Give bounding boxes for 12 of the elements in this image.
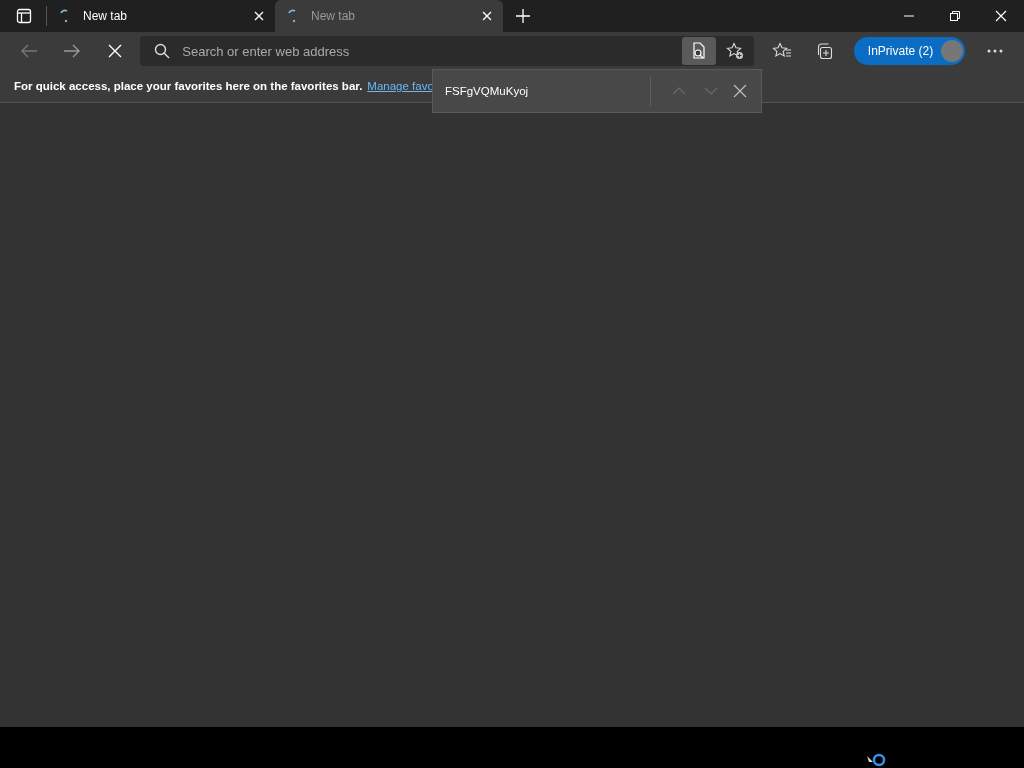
new-tab-icon[interactable] (515, 8, 531, 24)
browser-tab[interactable]: New tab (275, 0, 503, 32)
inprivate-button[interactable]: InPrivate (2) (853, 37, 966, 65)
find-on-page-icon[interactable] (682, 37, 717, 65)
close-find-icon[interactable] (733, 84, 747, 98)
find-field[interactable]: FSFgVQMuKyoj (443, 84, 636, 98)
tab-title: New tab (83, 9, 129, 23)
tab-actions-icon[interactable] (16, 8, 32, 24)
tab-title: New tab (311, 9, 357, 23)
browser-tab[interactable]: New tab (47, 0, 275, 32)
favorites-bar-message: For quick access, place your favorites here on the favorites bar. (14, 80, 363, 92)
address-field[interactable]: Search or enter web address (140, 36, 755, 66)
